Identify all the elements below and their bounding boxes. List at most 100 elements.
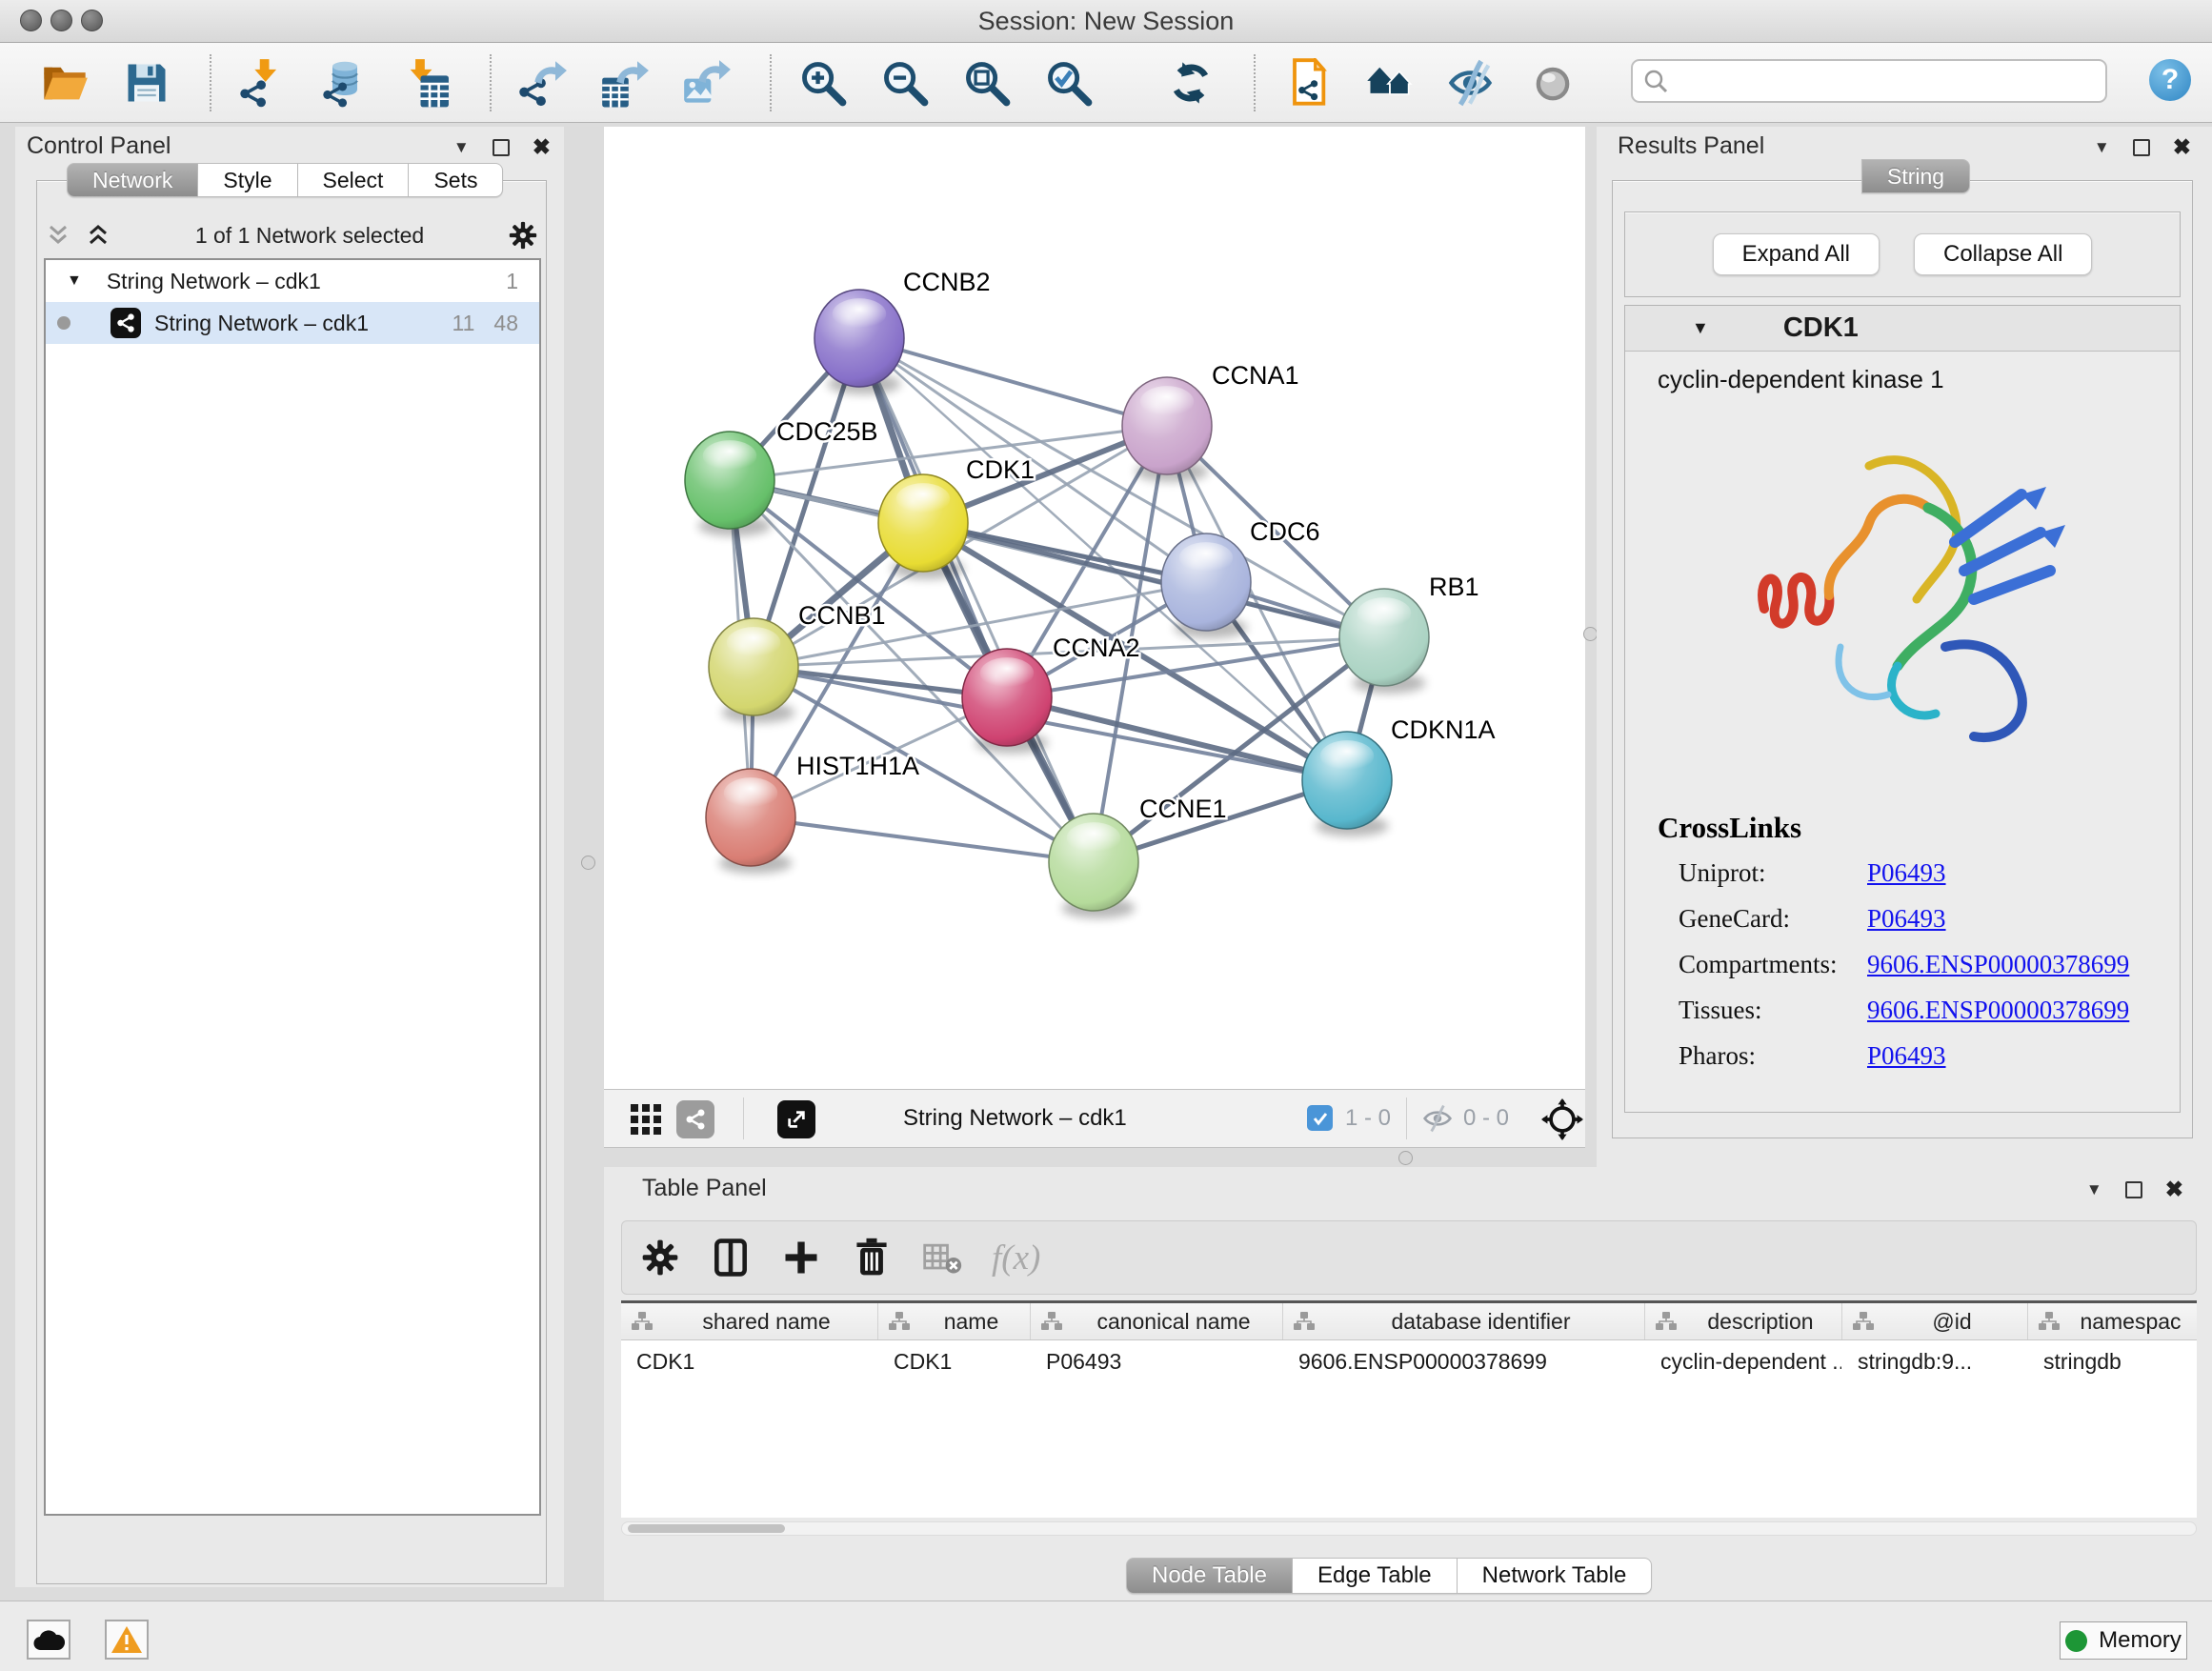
network-tree-root-row[interactable]: ▼ String Network – cdk1 1 [46, 260, 539, 302]
search-input[interactable] [1669, 68, 2088, 94]
panel-menu-icon[interactable]: ▼ [2094, 138, 2110, 157]
network-node-CDC25B[interactable] [685, 432, 807, 536]
open-session-button[interactable] [38, 52, 91, 113]
network-edge-CCNB2-CCNE1[interactable] [859, 338, 1094, 862]
expand-all-button[interactable]: Expand All [1713, 233, 1880, 275]
column-header-namespac[interactable]: namespac [2028, 1303, 2197, 1339]
tab-select[interactable]: Select [298, 163, 410, 197]
collapse-all-button[interactable]: Collapse All [1914, 233, 2092, 275]
hidden-eye-slash-icon[interactable] [1421, 1104, 1454, 1133]
column-header-name[interactable]: name [878, 1303, 1031, 1339]
results-panel-tab: String [1861, 159, 1970, 193]
import-database-button[interactable] [318, 52, 372, 113]
column-header-@id[interactable]: @id [1842, 1303, 2028, 1339]
save-session-button[interactable] [120, 52, 173, 113]
zoom-fit-button[interactable] [960, 52, 1014, 113]
network-node-RB1[interactable] [1339, 589, 1458, 694]
tab-node-table[interactable]: Node Table [1126, 1558, 1293, 1594]
gene-section-header[interactable]: ▼ CDK1 [1625, 306, 2180, 352]
home-view-icon [1364, 58, 1414, 108]
crosslink-row: Uniprot:P06493 [1658, 858, 2172, 888]
home-view-button[interactable] [1362, 52, 1416, 113]
panel-close-icon[interactable]: ✖ [2165, 1177, 2183, 1202]
zoom-in-button[interactable] [796, 52, 850, 113]
memory-button[interactable]: Memory [2060, 1621, 2187, 1660]
expand-all-icon[interactable] [84, 221, 112, 250]
show-all-button[interactable] [1526, 52, 1579, 113]
warnings-button[interactable] [105, 1620, 149, 1660]
panel-float-icon[interactable] [2125, 1181, 2142, 1198]
tree-disclosure-icon[interactable]: ▼ [67, 272, 82, 290]
tab-sets[interactable]: Sets [409, 163, 503, 197]
panel-menu-icon[interactable]: ▼ [2086, 1180, 2102, 1199]
left-splitter-handle[interactable] [581, 856, 595, 870]
tab-style[interactable]: Style [198, 163, 297, 197]
network-node-CCNA2[interactable] [962, 649, 1076, 754]
network-tree-row-selected[interactable]: String Network – cdk1 11 48 [46, 302, 539, 344]
hide-unselected-button[interactable] [1444, 52, 1498, 113]
add-column-icon[interactable] [780, 1237, 822, 1278]
column-header-database-identifier[interactable]: database identifier [1283, 1303, 1645, 1339]
zoom-out-button[interactable] [878, 52, 932, 113]
network-node-CCNE1[interactable] [1049, 814, 1169, 918]
edge-count: 48 [493, 311, 518, 336]
scrollbar-thumb[interactable] [628, 1524, 785, 1533]
table-row[interactable]: CDK1CDK1P064939606.ENSP00000378699cyclin… [621, 1340, 2197, 1382]
node-label-CCNA2: CCNA2 [1053, 634, 1140, 662]
tab-edge-table[interactable]: Edge Table [1293, 1558, 1458, 1594]
crosslink-row: Tissues:9606.ENSP00000378699 [1658, 996, 2172, 1025]
import-network-button[interactable] [236, 52, 290, 113]
network-node-CCNA1[interactable] [1122, 377, 1248, 482]
network-options-gear-icon[interactable] [507, 219, 539, 252]
crosslink-link[interactable]: 9606.ENSP00000378699 [1867, 996, 2129, 1025]
refresh-button[interactable] [1164, 52, 1217, 113]
network-edge-CCNB2-CCNA1[interactable] [859, 338, 1167, 426]
panel-float-icon[interactable] [2133, 139, 2150, 156]
panel-menu-icon[interactable]: ▼ [453, 138, 470, 157]
panel-close-icon[interactable]: ✖ [533, 134, 551, 160]
tab-network[interactable]: Network [67, 163, 198, 197]
column-header-canonical-name[interactable]: canonical name [1031, 1303, 1283, 1339]
delete-column-icon[interactable] [851, 1237, 893, 1278]
cloud-status-button[interactable] [27, 1620, 70, 1660]
export-image-button[interactable] [680, 52, 734, 113]
table-settings-gear-icon[interactable] [639, 1237, 681, 1278]
tab-string[interactable]: String [1861, 159, 1970, 193]
network-node-CDC6[interactable] [1161, 534, 1277, 638]
network-node-CDKN1A[interactable] [1302, 732, 1428, 836]
crosslink-link[interactable]: 9606.ENSP00000378699 [1867, 950, 2129, 979]
network-selection-status: 1 of 1 Network selected [112, 223, 507, 249]
tab-network-table[interactable]: Network Table [1458, 1558, 1653, 1594]
grid-view-icon[interactable] [629, 1102, 663, 1137]
panel-close-icon[interactable]: ✖ [2173, 134, 2191, 160]
selected-checkbox-icon[interactable] [1307, 1105, 1333, 1131]
string-network-badge-icon[interactable] [676, 1100, 714, 1138]
column-header-shared-name[interactable]: shared name [621, 1303, 878, 1339]
show-columns-icon[interactable] [710, 1237, 752, 1278]
crosslink-link[interactable]: P06493 [1867, 1041, 1946, 1071]
share-document-button[interactable] [1280, 52, 1334, 113]
open-in-new-window-icon[interactable] [777, 1100, 815, 1138]
column-header-description[interactable]: description [1645, 1303, 1842, 1339]
import-table-button[interactable] [400, 52, 453, 113]
network-node-CCNB2[interactable] [814, 290, 926, 394]
network-edge-HIST1H1A-CCNE1[interactable] [751, 817, 1094, 862]
right-splitter-handle[interactable] [1583, 627, 1598, 641]
table-horizontal-scrollbar[interactable] [621, 1521, 2197, 1536]
crosslink-link[interactable]: P06493 [1867, 904, 1946, 934]
panel-float-icon[interactable] [493, 139, 510, 156]
export-network-button[interactable] [516, 52, 570, 113]
fit-content-crosshair-icon[interactable] [1541, 1098, 1583, 1140]
section-disclosure-icon[interactable]: ▼ [1692, 318, 1709, 338]
network-canvas[interactable]: CCNB2CCNA1CDC25BCDK1CDC6RB1CCNB1CCNA2CDK… [604, 127, 1585, 1089]
export-table-button[interactable] [598, 52, 652, 113]
results-panel: Results Panel ▼ ✖ Expand All Collapse Al… [1597, 127, 2212, 1167]
network-node-HIST1H1A[interactable] [706, 769, 835, 874]
help-button[interactable]: ? [2149, 59, 2191, 101]
crosslink-link[interactable]: P06493 [1867, 858, 1946, 888]
string-network-icon [111, 308, 141, 338]
zoom-selected-button[interactable] [1042, 52, 1096, 113]
horizontal-splitter-handle[interactable] [1398, 1151, 1413, 1165]
collapse-all-icon[interactable] [44, 221, 72, 250]
save-session-icon [122, 58, 171, 108]
